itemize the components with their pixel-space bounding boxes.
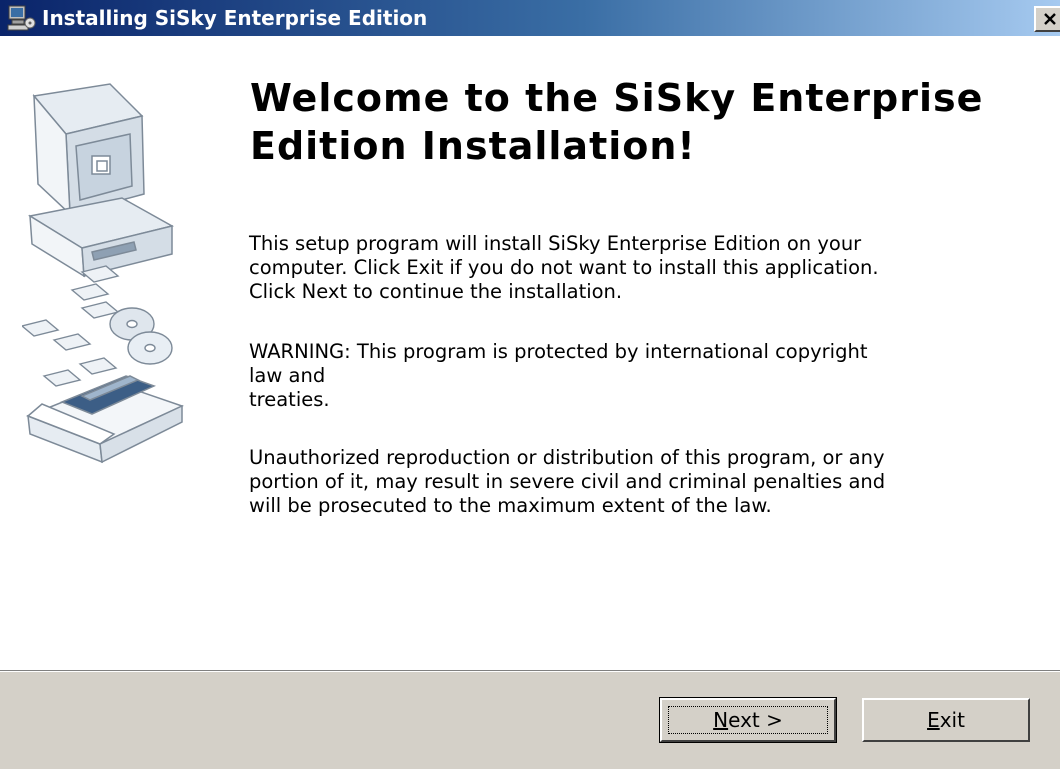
copyright-warning-text: WARNING: This program is protected by in… bbox=[249, 340, 868, 411]
next-button[interactable]: Next > bbox=[659, 697, 837, 743]
window-title: Installing SiSky Enterprise Edition bbox=[42, 6, 428, 30]
button-bar: Next > Exit bbox=[0, 672, 1060, 769]
exit-mnemonic: E bbox=[927, 708, 940, 732]
exit-button[interactable]: Exit bbox=[862, 698, 1030, 742]
computer-disks-box-illustration bbox=[22, 83, 185, 464]
title-bar[interactable]: Installing SiSky Enterprise Edition bbox=[0, 0, 1060, 36]
close-button[interactable] bbox=[1034, 6, 1060, 32]
welcome-panel: Welcome to the SiSky Enterprise Edition … bbox=[0, 36, 1060, 670]
next-mnemonic: N bbox=[713, 708, 729, 732]
intro-text: This setup program will install SiSky En… bbox=[249, 232, 879, 303]
installer-window: Installing SiSky Enterprise Edition Welc… bbox=[0, 0, 1060, 769]
welcome-heading: Welcome to the SiSky Enterprise Edition … bbox=[250, 76, 984, 168]
unauthorized-use-text: Unauthorized reproduction or distributio… bbox=[249, 446, 886, 517]
installer-computer-icon bbox=[7, 5, 36, 31]
next-label-rest: ext > bbox=[728, 708, 783, 732]
exit-button-label: Exit bbox=[927, 708, 965, 732]
next-button-label: Next > bbox=[713, 708, 783, 732]
close-icon bbox=[1044, 13, 1056, 25]
exit-label-rest: xit bbox=[939, 708, 965, 732]
